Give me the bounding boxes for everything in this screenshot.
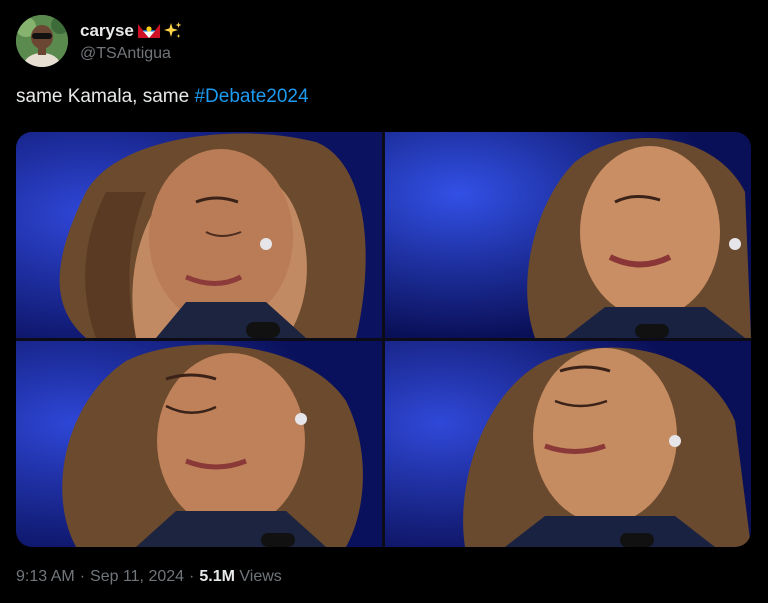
separator-dot: · [189, 568, 195, 585]
tweet-text: same Kamala, same #Debate2024 [16, 86, 309, 108]
sparkles-icon [163, 21, 183, 41]
tweet-footer: 9:13 AM · Sep 11, 2024 · 5.1M Views [16, 568, 282, 586]
media-image-1[interactable] [16, 132, 382, 338]
media-image-3[interactable] [16, 341, 382, 547]
tweet-header: caryse @TSAntigua [16, 13, 183, 69]
tweet-date[interactable]: Sep 11, 2024 [90, 568, 184, 585]
author-handle[interactable]: @TSAntigua [80, 45, 183, 63]
antigua-flag-icon [137, 23, 160, 38]
display-name[interactable]: caryse [80, 21, 134, 41]
separator-dot: · [79, 568, 86, 585]
media-grid [16, 132, 751, 547]
avatar-image [16, 15, 68, 67]
media-image-4[interactable] [385, 341, 751, 547]
hashtag-link[interactable]: #Debate2024 [194, 86, 308, 107]
media-image-2[interactable] [385, 132, 751, 338]
tweet-text-body: same Kamala, same [16, 86, 195, 107]
views-count[interactable]: 5.1M [199, 568, 235, 585]
tweet: caryse @TSAntigua same Kamala, same #Deb… [0, 0, 768, 603]
avatar[interactable] [16, 15, 68, 67]
author-identity: caryse @TSAntigua [80, 20, 183, 63]
tweet-time[interactable]: 9:13 AM [16, 568, 75, 585]
views-label[interactable]: Views [239, 568, 281, 585]
name-row[interactable]: caryse [80, 20, 183, 42]
